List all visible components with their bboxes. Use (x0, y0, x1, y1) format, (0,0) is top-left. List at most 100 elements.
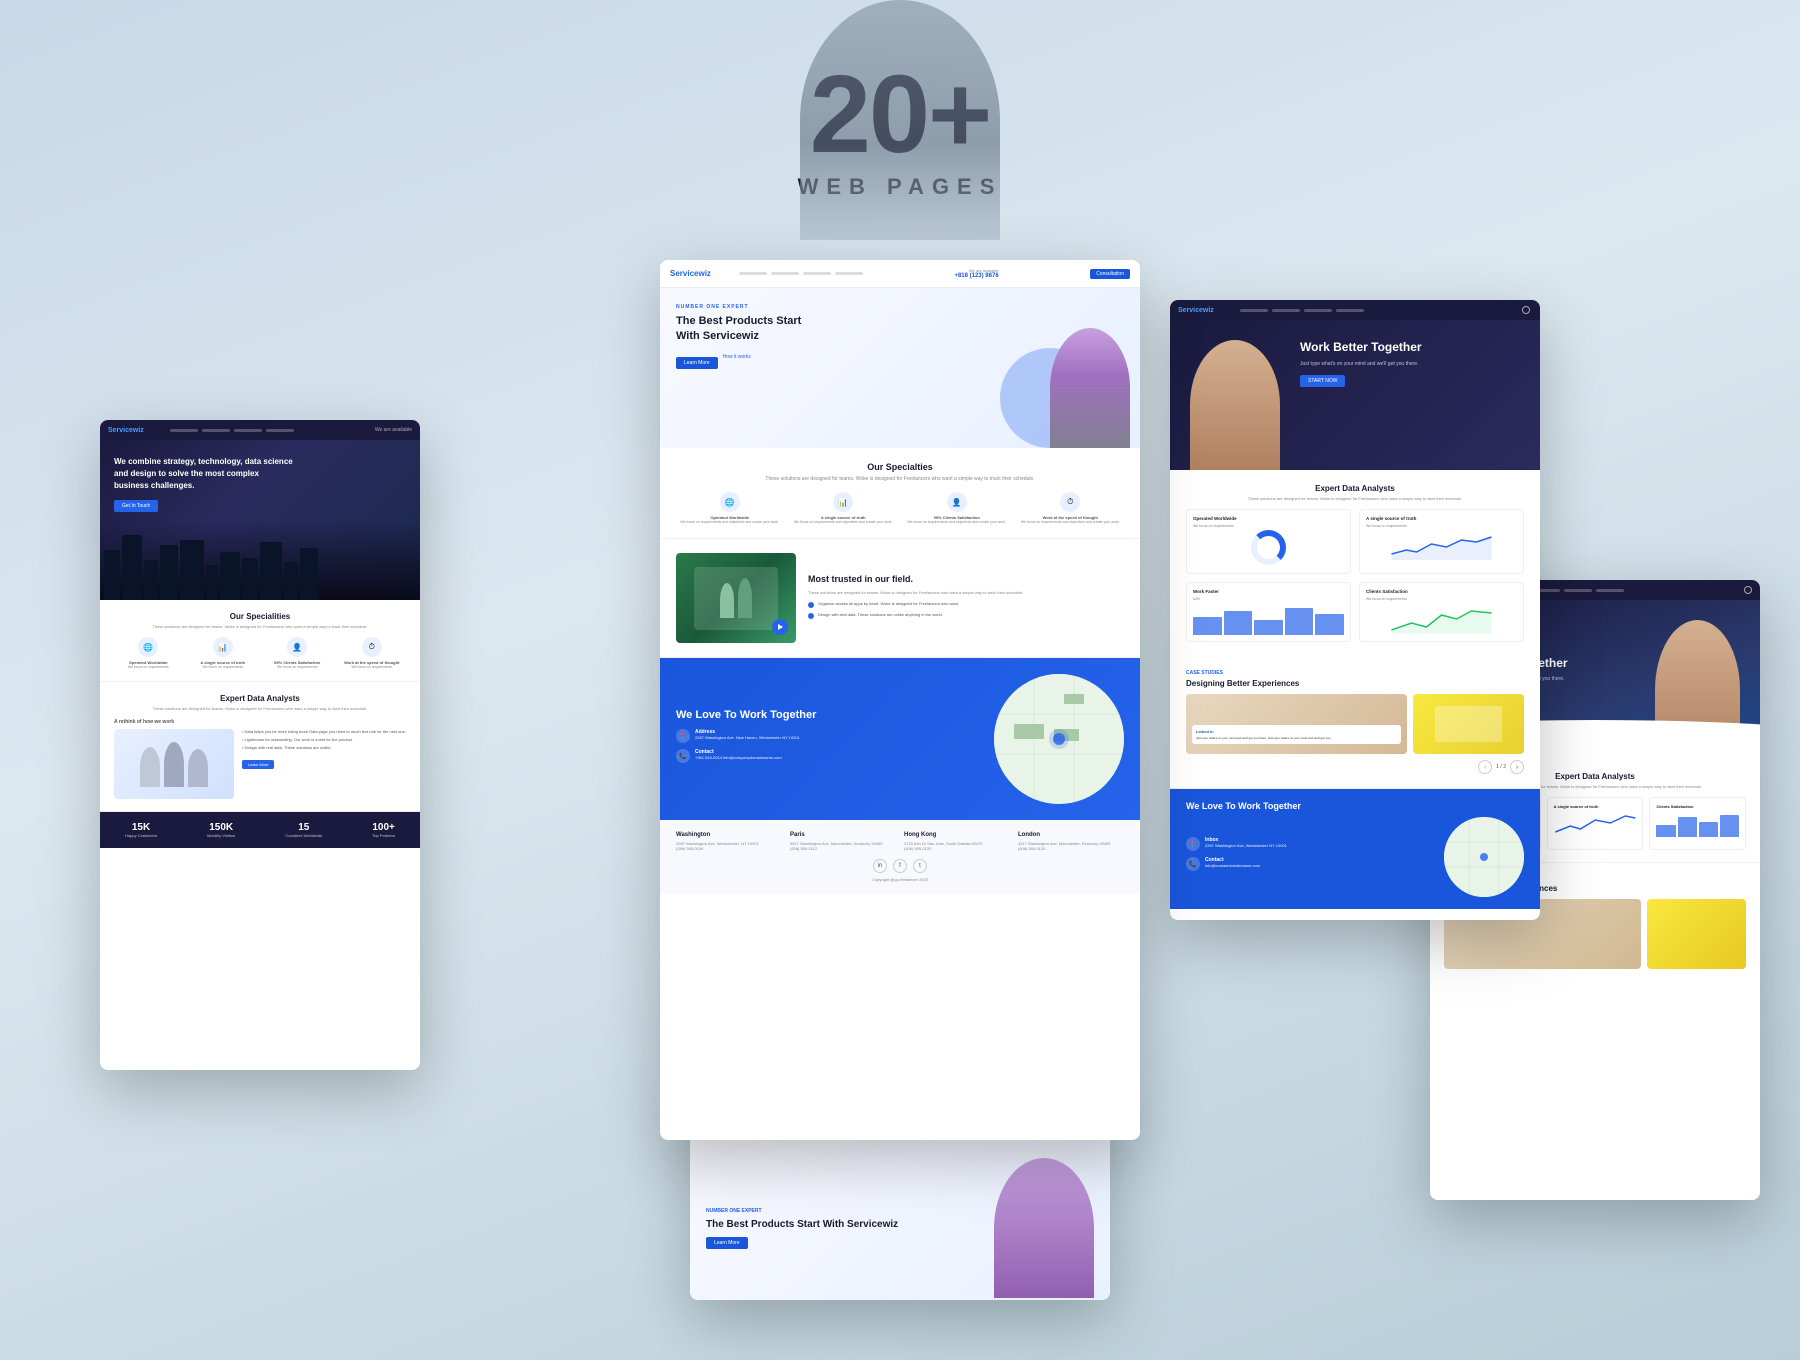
line-chart-2 (1366, 605, 1517, 635)
learn-more-btn[interactable]: Learn More (242, 760, 274, 769)
left-mockup[interactable]: Servicewiz We are available (100, 420, 420, 1070)
play-btn[interactable] (772, 619, 788, 635)
location-icon: 📍 (676, 729, 690, 743)
rt-address-item: 📍 Inbox 2267 Washington Ave, Westchester… (1186, 837, 1434, 851)
case-pagination: ‹ 1 / 2 › (1186, 760, 1524, 774)
nav-dot-about (835, 272, 863, 275)
clock-icon: ⏱ (362, 637, 382, 657)
rt-nav-dots (1240, 309, 1364, 312)
right-top-mockup[interactable]: Servicewiz Work Better Together Just typ… (1170, 300, 1540, 920)
rt-nav-dot-3 (1304, 309, 1332, 312)
spec-4-text: We focus on requirements (338, 665, 407, 669)
center-nav-dots (739, 272, 863, 275)
rt-case: CASE STUDIES Designing Better Experience… (1170, 656, 1540, 789)
linkedin-card: Linked in Just type what's on your mind … (1186, 694, 1407, 754)
rt-nav-dot-2 (1272, 309, 1300, 312)
center-footer: Washington 2267 Washington Ave, Westches… (660, 820, 1140, 894)
line-chart-2-svg (1366, 605, 1517, 633)
rt-map (1444, 817, 1524, 897)
left-navbar: Servicewiz We are available (100, 420, 420, 440)
city-washington-title: Washington (676, 832, 782, 838)
rb-card-2-title: A single source of truth (1554, 804, 1637, 809)
city-london-text: 4517 Washington Ave, Manchester, Kentuck… (1018, 841, 1124, 851)
rt-location-icon: 📍 (1186, 837, 1200, 851)
map-preview (994, 674, 1124, 804)
center-phone: +818 (123) 9876 (954, 273, 998, 279)
page-subtitle: WEB PAGES (0, 174, 1800, 200)
center-hero-title: The Best Products Start With Servicewiz (676, 314, 816, 345)
phone-icon: 📞 (676, 749, 690, 763)
next-arrow[interactable]: › (1510, 760, 1524, 774)
center-mockup[interactable]: Servicewiz We are available +818 (123) 9… (660, 260, 1140, 1140)
analytics-pt-2: • Lighthouse for outstanding. Our work i… (242, 737, 406, 742)
rt-contact-details: 📍 Inbox 2267 Washington Ave, Westchester… (1186, 837, 1434, 877)
center-contact-section: We Love To Work Together 📍 Address 2267 … (660, 658, 1140, 820)
left-nav-contact: We are available (375, 427, 412, 433)
city-paris: Paris 4517 Washington Ave, Manchester, K… (790, 832, 896, 851)
left-hero-text: We combine strategy, technology, data sc… (114, 456, 406, 512)
trusted-text-2: Design with real data. These solutions a… (818, 612, 943, 617)
rt-person (1190, 340, 1280, 470)
yellow-img-block (1435, 706, 1501, 742)
rt-hero: Work Better Together Just type what's on… (1170, 320, 1540, 470)
center-chart-icon: 📊 (833, 492, 853, 512)
rb-design-img-2 (1647, 899, 1746, 969)
analytics-image (114, 729, 234, 799)
instagram-icon[interactable]: in (873, 859, 887, 873)
center-address: 2267 Washington Ave. New Haven, Westches… (695, 735, 800, 740)
rt-card-clients: Clients Satisfaction We focus on require… (1359, 582, 1524, 642)
rb-bar-4 (1720, 815, 1739, 838)
stat-label-2: Monthly Visitors (207, 833, 235, 838)
center-how-it-works[interactable]: How it works (723, 351, 751, 369)
center-learn-more-btn[interactable]: Learn More (676, 357, 718, 369)
left-stats: 15K Happy Customers 150K Monthly Visitor… (100, 812, 420, 848)
left-hero-btn[interactable]: Get In Touch (114, 500, 158, 512)
case-side-img (1413, 694, 1524, 754)
rt-card-1-title: Operated Worldwide (1193, 516, 1344, 521)
rt-case-badge: CASE STUDIES (1186, 670, 1524, 676)
trusted-text: Most trusted in our field. These solutio… (808, 574, 1124, 623)
footer-cities: Washington 2267 Washington Ave, Westches… (676, 832, 1124, 851)
center-consultation-btn[interactable]: Consultation (1090, 269, 1130, 279)
center-logo: Servicewiz (670, 269, 711, 278)
page-count: 20+ (0, 60, 1800, 170)
trusted-dot-1 (808, 602, 814, 608)
facebook-icon[interactable]: f (893, 859, 907, 873)
person-shape-2 (164, 742, 184, 787)
twitter-icon[interactable]: t (913, 859, 927, 873)
center-contact-info: +361 540-0014 info@companydomainname.com (695, 755, 782, 760)
rt-search-icon[interactable] (1520, 304, 1532, 316)
trusted-img-inner (676, 553, 796, 643)
stat-num-1: 15K (125, 822, 157, 833)
office-people (720, 578, 752, 618)
center-spec-2: 📊 A single source of truth We focus on r… (790, 492, 898, 524)
rt-hero-desc: Just type what's on your mind and we'll … (1300, 361, 1422, 367)
rb-search-icon[interactable] (1744, 586, 1752, 594)
bottom-cta-btn[interactable]: Learn More (706, 1237, 748, 1249)
rt-navbar: Servicewiz (1170, 300, 1540, 320)
center-spec-3-text: We focus on requirements and objectives … (903, 520, 1011, 524)
rt-hero-btn[interactable]: START NOW (1300, 375, 1345, 387)
trusted-text-1: Organize access all apps by heart. Woke … (818, 601, 959, 606)
linkedin-text: Just type what's on your mind and we'll … (1196, 736, 1397, 740)
prev-arrow[interactable]: ‹ (1478, 760, 1492, 774)
rb-dot-4 (1596, 589, 1624, 592)
stat-label-3: Countries Worldwide (285, 833, 322, 838)
spec-item-1: 🌐 Operated Worldwide We focus on require… (114, 637, 183, 669)
rt-contact-content: 📍 Inbox 2267 Washington Ave, Westchester… (1186, 817, 1524, 897)
center-hero: NUMBER ONE EXPERT The Best Products Star… (660, 288, 1140, 448)
center-user-icon: 👤 (947, 492, 967, 512)
rt-case-images: Linked in Just type what's on your mind … (1186, 694, 1524, 754)
rt-card-2-desc: We focus on requirements (1366, 524, 1517, 528)
city-skyline (100, 530, 420, 600)
rt-case-title: Designing Better Experiences (1186, 679, 1524, 688)
rt-phone-icon: 📞 (1186, 857, 1200, 871)
rb-bar-1 (1656, 825, 1675, 838)
city-hongkong: Hong Kong 2715 Ash Dr San Jose, South Da… (904, 832, 1010, 851)
spec-item-2: 📊 A single source of truth We focus on r… (189, 637, 258, 669)
center-spec-title: Our Specialties (676, 462, 1124, 472)
line-chart-svg (1366, 532, 1517, 560)
rt-logo: Servicewiz (1178, 307, 1214, 314)
rt-card-4-title: Clients Satisfaction (1366, 589, 1517, 594)
nav-dot-1 (170, 429, 198, 432)
